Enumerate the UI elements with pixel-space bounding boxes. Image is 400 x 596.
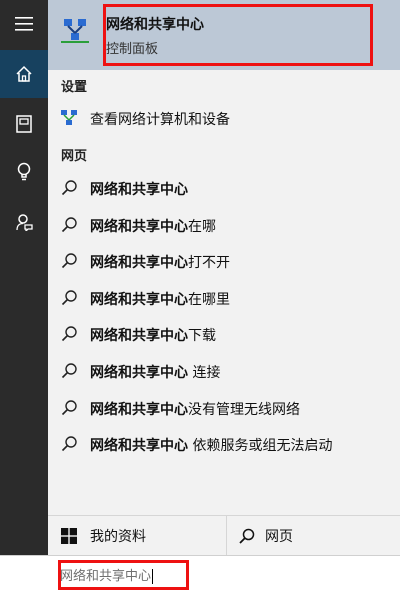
- web-suggestion-item[interactable]: 网络和共享中心没有管理无线网络: [48, 389, 400, 425]
- suggestion-bold: 网络和共享中心: [90, 218, 188, 235]
- network-devices-icon: [61, 110, 77, 125]
- windows-logo-icon: [61, 528, 77, 544]
- suggestion-text: 网络和共享中心没有管理无线网络: [90, 399, 300, 419]
- search-icon: [61, 326, 77, 342]
- suggestion-rest: 连接: [188, 365, 221, 381]
- web-suggestion-item[interactable]: 网络和共享中心 依赖服务或组无法启动: [48, 425, 400, 461]
- bottom-tab-bar: 我的资料 网页: [48, 515, 400, 556]
- search-icon: [61, 399, 77, 415]
- highlight-box: [58, 560, 189, 590]
- list-item-label: 查看网络计算机和设备: [90, 112, 230, 128]
- lightbulb-icon[interactable]: [0, 148, 48, 196]
- suggestion-bold: 网络和共享中心: [90, 438, 188, 455]
- web-suggestion-item[interactable]: 网络和共享中心打不开: [48, 242, 400, 278]
- web-tab-label: 网页: [265, 529, 293, 545]
- search-icon: [61, 290, 77, 305]
- web-suggestion-item[interactable]: 网络和共享中心: [48, 169, 400, 205]
- home-icon[interactable]: [0, 50, 48, 98]
- suggestion-text: 网络和共享中心 依赖服务或组无法启动: [90, 435, 332, 455]
- suggestion-text: 网络和共享中心: [90, 179, 188, 199]
- web-tab[interactable]: 网页: [227, 516, 400, 556]
- suggestion-bold: 网络和共享中心: [90, 291, 188, 308]
- web-suggestion-item[interactable]: 网络和共享中心在哪里: [48, 279, 400, 315]
- hamburger-menu-icon[interactable]: [0, 0, 48, 48]
- notebook-icon[interactable]: [0, 100, 48, 148]
- suggestion-text: 网络和共享中心下载: [90, 325, 216, 345]
- suggestion-bold: 网络和共享中心: [90, 401, 188, 418]
- web-suggestion-item[interactable]: 网络和共享中心 连接: [48, 352, 400, 388]
- search-icon: [61, 436, 77, 452]
- search-icon: [239, 528, 255, 544]
- search-icon: [61, 363, 77, 379]
- search-icon: [61, 253, 77, 269]
- my-stuff-tab[interactable]: 我的资料: [48, 516, 226, 556]
- section-header-web: 网页: [61, 149, 88, 164]
- list-item-settings[interactable]: 查看网络计算机和设备: [48, 99, 400, 135]
- web-suggestion-item[interactable]: 网络和共享中心下载: [48, 315, 400, 351]
- suggestion-text: 网络和共享中心打不开: [90, 252, 230, 272]
- suggestion-rest: 没有管理无线网络: [188, 401, 300, 418]
- feedback-icon[interactable]: [0, 198, 48, 246]
- suggestion-rest: 在哪里: [188, 291, 230, 308]
- suggestion-bold: 网络和共享中心: [90, 255, 188, 272]
- left-rail: [0, 0, 48, 555]
- suggestion-rest: 依赖服务或组无法启动: [188, 438, 333, 455]
- suggestion-text: 网络和共享中心在哪里: [90, 289, 230, 309]
- suggestion-bold: 网络和共享中心: [90, 182, 188, 198]
- search-icon: [61, 216, 77, 232]
- my-stuff-label: 我的资料: [90, 529, 146, 545]
- section-header-settings: 设置: [61, 80, 88, 95]
- highlight-box: [103, 4, 373, 66]
- suggestion-bold: 网络和共享中心: [90, 365, 188, 381]
- suggestion-rest: 下载: [188, 328, 216, 345]
- network-sharing-center-icon: [61, 19, 89, 43]
- results-panel: 网络和共享中心 控制面板 设置 查看网络计算机和设备 网页 网络和共享中心 网络和…: [48, 0, 400, 515]
- search-icon: [61, 180, 77, 196]
- suggestion-bold: 网络和共享中心: [90, 328, 188, 345]
- suggestion-rest: 在哪: [188, 218, 216, 235]
- suggestion-text: 网络和共享中心在哪: [90, 216, 216, 236]
- suggestion-text: 网络和共享中心 连接: [90, 362, 220, 382]
- web-suggestion-item[interactable]: 网络和共享中心在哪: [48, 206, 400, 242]
- suggestion-rest: 打不开: [188, 255, 230, 272]
